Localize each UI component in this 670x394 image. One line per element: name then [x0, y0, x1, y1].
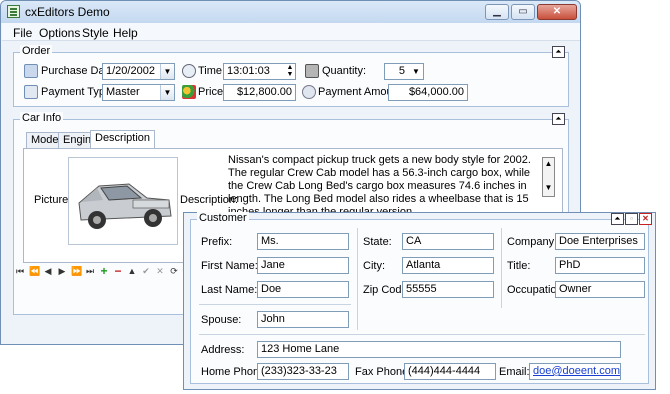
quantity-label: Quantity:: [322, 65, 367, 77]
close-button[interactable]: ✕: [537, 4, 577, 20]
cancel-edit-icon[interactable]: ✕: [155, 266, 165, 276]
quantity-icon: [305, 64, 319, 78]
prefix-input[interactable]: Ms.: [257, 233, 349, 250]
payment-amount-icon: [302, 85, 316, 99]
prev-page-icon[interactable]: ⏪: [29, 266, 40, 276]
time-value: 13:01:03: [227, 65, 270, 77]
customer-panel: Customer ⏶ ▫ ✕ Prefix: Ms. First Name: J…: [183, 212, 656, 390]
company-input[interactable]: Doe Enterprises: [555, 233, 645, 250]
chevron-down-icon[interactable]: ▼: [409, 64, 423, 79]
order-group: Order ⏶ Purchase Date: 1/20/2002 ▼ Time:…: [13, 45, 569, 107]
divider: [357, 228, 358, 330]
time-label: Time:: [198, 65, 226, 77]
city-input[interactable]: Atlanta: [402, 257, 494, 274]
chevron-down-icon[interactable]: ▼: [160, 85, 174, 100]
purchase-date-input[interactable]: 1/20/2002 ▼: [102, 63, 175, 80]
spouse-label: Spouse:: [201, 314, 242, 326]
record-navigator: ⏮ ⏪ ◀ ▶ ⏩ ⏭ + − ▲ ✔ ✕ ⟳ ✱: [15, 265, 190, 282]
price-input[interactable]: $12,800.00: [223, 84, 296, 101]
edit-record-icon[interactable]: ▲: [127, 266, 137, 276]
order-group-title: Order: [20, 45, 53, 57]
fax-phone-label: Fax Phone:: [355, 366, 412, 378]
maximize-button[interactable]: ▭: [511, 4, 535, 20]
title-label: Title:: [507, 260, 531, 272]
minimize-button[interactable]: ▁: [485, 4, 509, 20]
order-collapse-button[interactable]: ⏶: [552, 46, 565, 58]
last-name-label: Last Name:: [201, 284, 258, 296]
payment-type-select[interactable]: Master ▼: [102, 84, 175, 101]
window-title: cxEditors Demo: [25, 5, 110, 19]
email-link[interactable]: doe@doeent.com: [533, 365, 620, 377]
customer-group-title: Customer: [197, 212, 249, 224]
last-record-icon[interactable]: ⏭: [85, 266, 95, 276]
divider: [199, 334, 645, 335]
calendar-icon: [24, 64, 38, 78]
next-page-icon[interactable]: ⏩: [71, 266, 82, 276]
address-input[interactable]: 123 Home Lane: [257, 341, 621, 358]
insert-record-icon[interactable]: +: [99, 265, 109, 277]
car-info-group-title: Car Info: [20, 112, 64, 124]
title-input[interactable]: PhD: [555, 257, 645, 274]
purchase-date-value: 1/20/2002: [106, 65, 155, 77]
refresh-icon[interactable]: ⟳: [169, 266, 179, 276]
first-record-icon[interactable]: ⏮: [15, 266, 25, 276]
occupation-input[interactable]: Owner: [555, 281, 645, 298]
zip-code-input[interactable]: 55555: [402, 281, 494, 298]
chevron-down-icon[interactable]: ▼: [160, 64, 174, 79]
menu-file[interactable]: File: [13, 26, 32, 40]
email-input[interactable]: doe@doeent.com: [529, 363, 621, 380]
description-scrollbar[interactable]: ▲ ▼: [542, 157, 555, 197]
divider: [199, 304, 351, 305]
time-spin-icon[interactable]: ▲ ▼: [285, 64, 295, 79]
city-label: City:: [363, 260, 385, 272]
menu-style[interactable]: Style: [82, 26, 109, 40]
first-name-input[interactable]: Jane: [257, 257, 349, 274]
state-input[interactable]: CA: [402, 233, 494, 250]
menu-options[interactable]: Options: [39, 26, 80, 40]
quantity-value: 5: [398, 65, 405, 77]
time-input[interactable]: 13:01:03 ▲ ▼: [223, 63, 296, 80]
prefix-label: Prefix:: [201, 236, 233, 248]
menu-help[interactable]: Help: [113, 26, 138, 40]
customer-restore-button[interactable]: ▫: [625, 213, 638, 225]
first-name-label: First Name:: [201, 260, 258, 272]
quantity-input[interactable]: 5 ▼: [384, 63, 424, 80]
spouse-input[interactable]: John: [257, 311, 349, 328]
price-label: Price:: [198, 86, 227, 98]
prev-record-icon[interactable]: ◀: [43, 266, 53, 276]
title-bar[interactable]: cxEditors Demo ▁ ▭ ✕: [1, 1, 580, 23]
post-edit-icon[interactable]: ✔: [141, 266, 151, 276]
fax-phone-input[interactable]: (444)444-4444: [404, 363, 496, 380]
customer-group: Customer ⏶ ▫ ✕ Prefix: Ms. First Name: J…: [190, 212, 652, 384]
menu-bar: File Options Style Help: [2, 23, 580, 41]
car-picture: [68, 157, 178, 245]
state-label: State:: [363, 236, 392, 248]
address-label: Address:: [201, 344, 245, 356]
description-text[interactable]: Nissan's compact pickup truck gets a new…: [228, 154, 540, 214]
divider: [501, 228, 502, 308]
tab-description[interactable]: Description: [90, 130, 156, 148]
payment-type-icon: [24, 85, 38, 99]
payment-type-value: Master: [106, 86, 140, 98]
clock-icon: [182, 64, 196, 78]
pickup-truck-image: [78, 183, 172, 229]
picture-label: Picture:: [34, 194, 72, 206]
scroll-down-icon[interactable]: ▼: [543, 182, 554, 194]
scroll-up-icon[interactable]: ▲: [543, 158, 554, 170]
price-icon: [182, 85, 196, 99]
customer-close-button[interactable]: ✕: [639, 213, 652, 225]
company-label: Company:: [507, 236, 558, 248]
email-label: Email:: [499, 366, 530, 378]
next-record-icon[interactable]: ▶: [57, 266, 67, 276]
payment-amount-input[interactable]: $64,000.00: [388, 84, 468, 101]
customer-collapse-button[interactable]: ⏶: [611, 213, 624, 225]
last-name-input[interactable]: Doe: [257, 281, 349, 298]
app-icon: [7, 5, 20, 18]
home-phone-input[interactable]: (233)323-33-23: [257, 363, 349, 380]
car-info-collapse-button[interactable]: ⏶: [552, 113, 565, 125]
delete-record-icon[interactable]: −: [113, 265, 123, 277]
